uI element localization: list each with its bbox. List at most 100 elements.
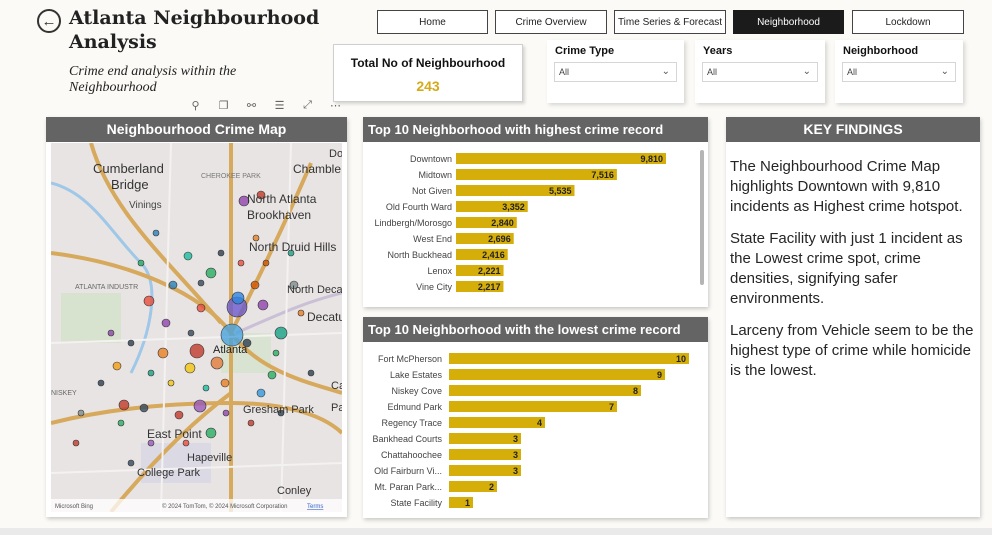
filter-icon[interactable]: ☰	[268, 96, 291, 114]
crime-bubble[interactable]	[202, 384, 210, 392]
crime-type-dropdown[interactable]: All ⌄	[554, 62, 677, 82]
map-terms-link[interactable]: Terms	[307, 504, 323, 510]
nav-home-button[interactable]: Home	[377, 10, 488, 34]
nav-crime-overview-button[interactable]: Crime Overview	[495, 10, 607, 34]
visual-toolbar: ⚲ ❐ ⚯ ☰ ⤢ ⋯	[184, 96, 347, 114]
crime-bubble[interactable]	[307, 369, 315, 377]
crime-bubble[interactable]	[197, 279, 205, 287]
crime-bubble[interactable]	[262, 259, 270, 267]
crime-bubble[interactable]	[274, 326, 288, 340]
neighborhood-dropdown[interactable]: All ⌄	[842, 62, 956, 82]
data-label: 3	[513, 434, 518, 444]
crime-bubble[interactable]	[220, 323, 244, 347]
crime-bubble[interactable]	[137, 259, 145, 267]
data-label: 3	[513, 466, 518, 476]
crime-bubble[interactable]	[184, 362, 196, 374]
crime-bubble[interactable]	[257, 299, 269, 311]
crime-bubble[interactable]	[231, 291, 245, 305]
nav-neighborhood-button[interactable]: Neighborhood	[733, 10, 844, 34]
category-label: Bankhead Courts	[372, 434, 442, 444]
crime-bubble[interactable]	[217, 249, 225, 257]
chart-scrollbar[interactable]	[700, 150, 704, 285]
crime-bubble[interactable]	[147, 369, 155, 377]
crime-bubble[interactable]	[127, 459, 135, 467]
map-label: North Druid Hills	[249, 240, 336, 254]
copy-icon[interactable]: ❐	[212, 96, 235, 114]
bar[interactable]	[449, 401, 617, 412]
data-label: 3,352	[502, 202, 525, 212]
map-label: CHEROKEE PARK	[201, 173, 261, 180]
crime-bubble[interactable]	[118, 399, 130, 411]
highest-crime-chart: Downtown 9,810 Midtown 7,516 Not Given 5,535 O…	[374, 153, 666, 292]
bar[interactable]	[449, 449, 521, 460]
bar[interactable]	[449, 353, 689, 364]
category-label: Mt. Paran Park...	[374, 482, 442, 492]
crime-bubble[interactable]	[237, 259, 245, 267]
crime-bubble[interactable]	[161, 318, 171, 328]
pin-icon[interactable]: ⚲	[184, 96, 207, 114]
crime-bubble[interactable]	[247, 419, 255, 427]
data-label: 8	[633, 386, 638, 396]
crime-bubble[interactable]	[127, 339, 135, 347]
crime-bubble[interactable]	[222, 409, 230, 417]
crime-bubble[interactable]	[168, 280, 178, 290]
crime-bubble[interactable]	[205, 267, 217, 279]
crime-bubble[interactable]	[152, 229, 160, 237]
map-label: North Decat	[287, 284, 342, 296]
crime-bubble[interactable]	[139, 403, 149, 413]
bar[interactable]	[449, 465, 521, 476]
bar[interactable]	[449, 417, 545, 428]
nav-lockdown-button[interactable]: Lockdown	[852, 10, 964, 34]
crime-bubble[interactable]	[220, 378, 230, 388]
crime-bubble[interactable]	[112, 361, 122, 371]
bar[interactable]	[449, 385, 641, 396]
bar[interactable]	[456, 153, 666, 164]
crime-bubble[interactable]	[183, 251, 193, 261]
crime-bubble[interactable]	[205, 427, 217, 439]
crime-bubble[interactable]	[297, 309, 305, 317]
focus-mode-icon[interactable]: ⤢	[296, 96, 319, 114]
crime-bubble[interactable]	[187, 329, 195, 337]
bar[interactable]	[449, 433, 521, 444]
map-label: Brookhaven	[247, 208, 311, 222]
crime-map[interactable]: Cumberland Bridge Vinings CHEROKEE PARK …	[51, 143, 342, 512]
finding-paragraph: Larceny from Vehicle seem to be the high…	[730, 322, 974, 379]
crime-bubble[interactable]	[256, 388, 266, 398]
crime-bubble[interactable]	[117, 419, 125, 427]
category-label: State Facility	[390, 498, 442, 508]
more-options-icon[interactable]: ⋯	[324, 96, 347, 114]
crime-bubble[interactable]	[272, 349, 280, 357]
map-label: Bridge	[111, 177, 149, 192]
lowest-chart-title: Top 10 Neighborhood with the lowest crim…	[363, 317, 708, 342]
category-label: West End	[413, 234, 452, 244]
crime-bubble[interactable]	[250, 280, 260, 290]
map-label: College Park	[137, 467, 200, 479]
data-label: 5,535	[549, 186, 572, 196]
crime-bubble[interactable]	[267, 370, 277, 380]
back-arrow-icon[interactable]: ←	[37, 9, 61, 33]
data-label: 4	[537, 418, 542, 428]
data-label: 1	[465, 498, 470, 508]
map-label: Chamble	[293, 162, 341, 176]
map-title: Neighbourhood Crime Map	[46, 117, 347, 142]
bar[interactable]	[449, 369, 665, 380]
crime-bubble[interactable]	[189, 343, 205, 359]
crime-bubble[interactable]	[193, 399, 207, 413]
crime-bubble[interactable]	[77, 409, 85, 417]
kpi-label: Total No of Neighbourhood	[350, 56, 506, 70]
crime-bubble[interactable]	[167, 379, 175, 387]
crime-bubble[interactable]	[97, 379, 105, 387]
crime-bubble[interactable]	[143, 295, 155, 307]
map-label: Gresham Park	[243, 404, 314, 416]
crime-bubble[interactable]	[210, 356, 224, 370]
crime-bubble[interactable]	[196, 303, 206, 313]
bell-icon[interactable]: ⚯	[240, 96, 263, 114]
crime-bubble[interactable]	[107, 329, 115, 337]
crime-bubble[interactable]	[72, 439, 80, 447]
years-dropdown[interactable]: All ⌄	[702, 62, 818, 82]
crime-bubble[interactable]	[174, 410, 184, 420]
finding-paragraph: State Facility with just 1 incident as t…	[730, 230, 963, 307]
crime-bubble[interactable]	[157, 347, 169, 359]
category-label: Downtown	[410, 154, 452, 164]
nav-time-series-button[interactable]: Time Series & Forecast	[614, 10, 726, 34]
